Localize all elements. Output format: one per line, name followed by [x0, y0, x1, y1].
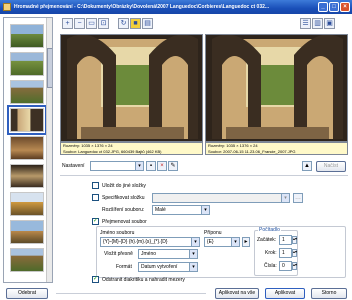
chevron-down-icon[interactable]: ▾: [191, 238, 199, 246]
maximize-button[interactable]: □: [329, 2, 339, 12]
cancel-button[interactable]: Storno: [311, 288, 347, 299]
thumbnail[interactable]: [10, 24, 44, 48]
chevron-down-icon[interactable]: ▾: [281, 194, 289, 202]
format-value: Datum vytvoření: [141, 264, 178, 270]
chevron-down-icon[interactable]: ▾: [189, 250, 197, 258]
browse-icon[interactable]: …: [293, 193, 303, 203]
save-other-folder-label: Uložit do jiné složky: [102, 183, 146, 189]
step-value: 1: [282, 250, 285, 256]
save-other-folder-checkbox[interactable]: [92, 182, 99, 189]
specify-folder-checkbox[interactable]: [92, 194, 99, 201]
start-spinner[interactable]: ▴▾: [292, 236, 297, 244]
scrollbar-thumb[interactable]: [47, 48, 52, 88]
properties-icon[interactable]: ▤: [142, 18, 153, 29]
start-label: Začátek:: [257, 237, 277, 243]
highlight-icon[interactable]: ■: [130, 18, 141, 29]
digits-field[interactable]: 0: [279, 261, 292, 271]
rename-file-label: Přejmenovat soubor: [102, 219, 147, 225]
window-controls: _ □ ×: [318, 2, 350, 12]
start-field[interactable]: 1: [279, 235, 292, 245]
extension-pattern-field[interactable]: {E} ▾: [204, 237, 240, 247]
rename-file-checkbox[interactable]: ✓: [92, 218, 99, 225]
insert-label: Vložit přesně: [104, 251, 133, 257]
thumbnail[interactable]: [10, 80, 44, 104]
digits-label: Čísla:: [264, 263, 277, 269]
minimize-button[interactable]: _: [318, 2, 328, 12]
divider: [60, 175, 348, 176]
rotate-icon[interactable]: ↻: [118, 18, 129, 29]
thumbnail[interactable]: [10, 52, 44, 76]
original-file: Soubor: Languedoc ct 032.JPG, 660439 Baj…: [63, 149, 162, 154]
thumbnail[interactable]: [10, 164, 44, 188]
counter-title: Počítadlo: [258, 227, 281, 233]
chevron-down-icon[interactable]: ▾: [231, 238, 239, 246]
view-single-icon[interactable]: ▣: [324, 18, 335, 29]
thumbnail-selected[interactable]: [7, 105, 47, 135]
remove-diacritics-checkbox[interactable]: ✓: [92, 276, 99, 283]
specify-folder-label: Specifikovat složku: [102, 195, 145, 201]
thumbnail[interactable]: [10, 248, 44, 272]
thumbnail-scrollbar[interactable]: [46, 18, 52, 282]
step-label: Krok:: [265, 250, 277, 256]
remove-diacritics-label: Odstranit diakritiku a nahradit mezery: [102, 277, 185, 283]
chevron-down-icon[interactable]: ▾: [201, 206, 209, 214]
insert-value: Jméno: [141, 251, 157, 257]
window-title: Hromadné přejmenování - C:\Dokumenty\Obr…: [14, 4, 270, 10]
digits-spinner[interactable]: ▴▾: [292, 262, 297, 270]
folder-icon[interactable]: ▲: [302, 161, 312, 171]
filename-pattern-field[interactable]: {Y}-{M}-{D} {h}.{m}.{s}_{*}.{D} ▾: [100, 237, 200, 247]
digits-value: 0: [282, 263, 285, 269]
view-list-icon[interactable]: ☰: [300, 18, 311, 29]
settings-label: Nastavení: [62, 163, 85, 169]
cloister-image: [206, 35, 347, 141]
window-titlebar[interactable]: Hromadné přejmenování - C:\Dokumenty\Obr…: [0, 0, 352, 14]
edit-settings-icon[interactable]: ✎: [168, 161, 178, 171]
extension-combo[interactable]: Malé ▾: [152, 205, 210, 215]
apply-all-button[interactable]: Aplikovat na vše: [215, 288, 259, 299]
close-button[interactable]: ×: [340, 2, 350, 12]
chevron-down-icon[interactable]: ▾: [189, 263, 197, 271]
preview-original: [60, 34, 203, 142]
apply-button[interactable]: Aplikovat: [265, 288, 305, 299]
actual-size-icon[interactable]: ⊡: [98, 18, 109, 29]
start-value: 1: [282, 237, 285, 243]
zoom-in-icon[interactable]: +: [62, 18, 73, 29]
save-settings-icon[interactable]: ▪: [146, 161, 156, 171]
folder-path-field[interactable]: ▾: [152, 193, 290, 203]
original-info: Rozměry: 1035 × 1376 × 24 Soubor: Langue…: [60, 142, 203, 155]
preview-toolbar: + − ▭ ⊡ ↻ ■ ▤ ☰ ▥ ▣: [60, 18, 348, 32]
step-field[interactable]: 1: [279, 248, 292, 258]
extension-pattern-label: Příponu: [204, 230, 222, 236]
renamed-info: Rozměry: 1035 × 1376 × 24 Soubor: 2007-0…: [205, 142, 348, 155]
view-split-icon[interactable]: ▥: [312, 18, 323, 29]
format-combo[interactable]: Datum vytvoření ▾: [138, 262, 198, 272]
preview-renamed: [205, 34, 348, 142]
thumbnail[interactable]: [10, 220, 44, 244]
app-icon: [3, 3, 11, 11]
filename-pattern-value: {Y}-{M}-{D} {h}.{m}.{s}_{*}.{D}: [103, 239, 168, 245]
extension-pattern-value: {E}: [207, 239, 214, 245]
fit-window-icon[interactable]: ▭: [86, 18, 97, 29]
thumbnail-list[interactable]: [3, 17, 53, 283]
progress-bar: [56, 293, 206, 294]
insert-combo[interactable]: Jméno ▾: [138, 249, 198, 259]
thumbnail[interactable]: [10, 136, 44, 160]
insert-arrow-icon[interactable]: ▸: [242, 237, 250, 247]
format-label: Formát: [116, 264, 132, 270]
delete-settings-icon[interactable]: ×: [157, 161, 167, 171]
zoom-out-icon[interactable]: −: [74, 18, 85, 29]
remove-button[interactable]: Odebrat: [6, 288, 48, 299]
thumbnail[interactable]: [10, 192, 44, 216]
chevron-down-icon[interactable]: ▾: [135, 162, 143, 170]
extension-value: Malé: [155, 207, 166, 213]
filename-label: Jméno souboru: [100, 230, 135, 236]
load-button[interactable]: Načíst: [316, 161, 346, 172]
cloister-image: [61, 35, 202, 141]
settings-combo[interactable]: ▾: [90, 161, 144, 171]
step-spinner[interactable]: ▴▾: [292, 249, 297, 257]
renamed-file: Soubor: 2007-06-15 11.23.06_Francie_2007…: [208, 149, 296, 154]
extension-label: Rozšíření souboru:: [102, 207, 145, 213]
